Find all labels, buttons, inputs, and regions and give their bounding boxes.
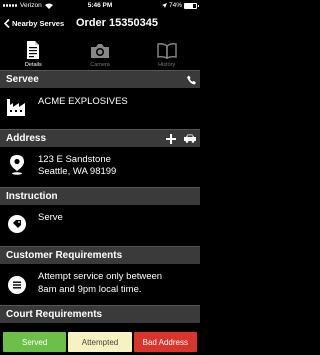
phone-icon[interactable] bbox=[187, 75, 196, 84]
battery-percent: 74% bbox=[168, 2, 182, 9]
status-bar: Verizon 5:46 PM 74% bbox=[0, 0, 200, 12]
factory-icon bbox=[7, 99, 25, 116]
customer-requirement-line2: 8am and 9pm local time. bbox=[38, 284, 142, 295]
battery-icon bbox=[184, 2, 199, 9]
tab-label: History bbox=[158, 62, 176, 68]
plus-icon[interactable] bbox=[166, 133, 176, 144]
camera-icon bbox=[91, 44, 109, 58]
map-pin-icon bbox=[10, 155, 24, 175]
section-customer-requirements-header: Customer Requirements bbox=[0, 246, 200, 264]
served-button[interactable]: Served bbox=[3, 332, 67, 352]
section-address-header: Address bbox=[0, 129, 200, 147]
tab-label: Camera bbox=[90, 62, 110, 68]
document-icon bbox=[27, 41, 40, 59]
tab-bar: Details Camera History bbox=[0, 38, 200, 70]
servee-name: ACME EXPLOSIVES bbox=[38, 96, 128, 107]
page-title: Order 15350345 bbox=[76, 17, 158, 29]
customer-requirement-line1: Attempt service only between bbox=[38, 271, 163, 282]
tab-camera[interactable]: Camera bbox=[67, 38, 134, 70]
back-label: Nearby Serves bbox=[12, 19, 65, 28]
section-instruction-header: Instruction bbox=[0, 187, 200, 205]
bad-address-button[interactable]: Bad Address bbox=[133, 332, 197, 352]
back-button[interactable]: Nearby Serves bbox=[4, 19, 64, 28]
nav-bar: Nearby Serves Order 15350345 bbox=[0, 13, 200, 37]
location-arrow-icon bbox=[161, 3, 167, 8]
section-title: Instruction bbox=[6, 191, 58, 202]
tab-history[interactable]: History bbox=[133, 38, 200, 70]
section-court-requirements-header: Court Requirements bbox=[0, 305, 200, 323]
attempted-button[interactable]: Attempted bbox=[68, 332, 132, 352]
section-title: Customer Requirements bbox=[6, 250, 123, 261]
address-line2[interactable]: Seattle, WA 98199 bbox=[38, 166, 116, 178]
instruction-text: Serve bbox=[38, 212, 63, 223]
section-title: Servee bbox=[6, 74, 39, 85]
tab-details[interactable]: Details bbox=[0, 38, 67, 70]
book-icon bbox=[156, 43, 177, 59]
address-line1[interactable]: 123 E Sandstone bbox=[38, 154, 111, 166]
list-icon bbox=[8, 276, 26, 294]
section-title: Court Requirements bbox=[6, 309, 103, 320]
chevron-left-icon bbox=[4, 19, 10, 28]
car-icon[interactable] bbox=[184, 134, 196, 143]
tab-label: Details bbox=[24, 62, 42, 68]
battery-info: 74% bbox=[161, 2, 199, 9]
tag-icon bbox=[8, 215, 26, 233]
action-buttons: Served Attempted Bad Address bbox=[3, 332, 197, 352]
section-title: Address bbox=[6, 133, 47, 144]
section-servee-header: Servee bbox=[0, 70, 200, 88]
